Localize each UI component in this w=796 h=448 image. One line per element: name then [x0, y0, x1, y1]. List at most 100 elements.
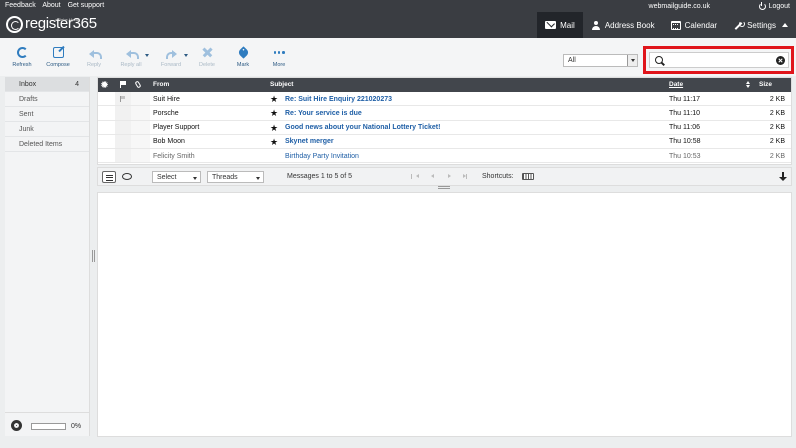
top-links: Feedback About Get support — [5, 2, 109, 9]
message-subject[interactable]: Re: Suit Hire Enquiry 221020273 — [285, 96, 392, 103]
nav-settings[interactable]: Settings — [725, 12, 796, 38]
tag-icon — [236, 46, 250, 59]
get-support-link[interactable]: Get support — [68, 2, 105, 9]
more-icon — [273, 47, 285, 58]
more-label: More — [272, 62, 286, 68]
folder-junk-label: Junk — [19, 125, 34, 133]
last-page-icon[interactable] — [463, 173, 467, 179]
message-subject[interactable]: Skynet merger — [285, 138, 334, 145]
sidebar-footer: 0% — [5, 412, 90, 436]
message-row[interactable]: Bob Moon ★ Skynet merger Thu 10:58 2 KB — [98, 135, 791, 150]
first-page-icon[interactable] — [411, 173, 419, 179]
refresh-button[interactable]: Refresh — [5, 47, 39, 68]
feedback-link[interactable]: Feedback — [5, 2, 36, 9]
forward-dropdown-icon[interactable] — [184, 54, 188, 57]
reply-all-dropdown-icon[interactable] — [145, 54, 149, 57]
delete-button[interactable]: Delete — [190, 47, 224, 68]
compose-button[interactable]: Compose — [41, 47, 75, 68]
mark-label: Mark — [236, 62, 250, 68]
list-menu-button[interactable] — [102, 171, 116, 183]
select-dropdown-label: Select — [157, 173, 177, 181]
message-row[interactable]: Suit Hire ★ Re: Suit Hire Enquiry 221020… — [98, 92, 791, 107]
message-row[interactable]: Player Support ★ Good news about your Na… — [98, 121, 791, 135]
select-dropdown[interactable]: Select — [152, 171, 201, 183]
list-options-gear-icon[interactable] — [101, 81, 108, 88]
nav-calendar-label: Calendar — [684, 20, 718, 30]
previous-page-icon[interactable] — [431, 174, 434, 178]
sidebar-resize-handle[interactable] — [92, 250, 95, 262]
folder-sent-label: Sent — [19, 110, 34, 118]
folder-sent[interactable]: Sent — [5, 107, 89, 122]
keyboard-icon[interactable] — [522, 173, 534, 180]
list-header: From Subject Date Size — [98, 78, 791, 92]
quota-bar — [31, 423, 66, 430]
message-subject[interactable]: Birthday Party Invitation — [285, 153, 359, 160]
message-rows: Suit Hire ★ Re: Suit Hire Enquiry 221020… — [98, 92, 791, 164]
user-icon — [591, 20, 601, 30]
flag-icon[interactable] — [120, 95, 125, 102]
header-size[interactable]: Size — [759, 81, 772, 88]
forward-button[interactable]: Forward — [154, 47, 188, 68]
folder-junk[interactable]: Junk — [5, 122, 89, 137]
threads-dropdown[interactable]: Threads — [207, 171, 264, 183]
message-size: 2 KB — [769, 95, 785, 103]
folder-sidebar: Inbox 4 Drafts Sent Junk Deleted Items 0… — [5, 77, 90, 436]
nav-settings-label: Settings — [747, 20, 776, 30]
forward-label: Forward — [160, 62, 182, 68]
logout-link[interactable]: Logout — [758, 2, 790, 10]
reply-all-button[interactable]: Reply all — [114, 47, 148, 68]
message-filter-select[interactable]: All — [563, 54, 638, 67]
speech-bubble-icon[interactable] — [122, 173, 132, 180]
message-from: Felicity Smith — [153, 152, 195, 160]
filter-selected-value: All — [568, 57, 576, 64]
folder-drafts[interactable]: Drafts — [5, 92, 89, 107]
mark-button[interactable]: Mark — [226, 46, 260, 68]
nav-mail[interactable]: Mail — [537, 12, 583, 38]
reply-all-icon — [125, 47, 139, 59]
search-box[interactable] — [649, 52, 789, 68]
star-icon[interactable]: ★ — [270, 108, 278, 119]
header-from[interactable]: From — [153, 81, 169, 88]
search-input[interactable] — [668, 54, 768, 66]
star-icon[interactable]: ★ — [270, 123, 278, 134]
message-row[interactable]: Felicity Smith Birthday Party Invitation… — [98, 149, 791, 164]
logout-label: Logout — [768, 3, 790, 10]
power-icon — [758, 2, 766, 10]
reply-button[interactable]: Reply — [77, 47, 111, 68]
mail-icon — [545, 21, 557, 29]
reply-icon — [88, 47, 102, 59]
message-subject[interactable]: Re: Your service is due — [285, 110, 362, 117]
logo-mark-icon — [6, 15, 23, 33]
refresh-icon — [16, 47, 28, 58]
header-subject[interactable]: Subject — [270, 81, 293, 88]
message-subject[interactable]: Good news about your National Lottery Ti… — [285, 124, 440, 131]
message-from: Player Support — [153, 124, 200, 132]
more-button[interactable]: More — [262, 47, 296, 68]
star-icon[interactable]: ★ — [270, 94, 278, 105]
next-page-icon[interactable] — [448, 174, 451, 178]
delete-icon — [202, 47, 213, 58]
top-bar: Feedback About Get support register365 a… — [0, 0, 796, 38]
message-from: Porsche — [153, 109, 179, 117]
folder-deleted-items[interactable]: Deleted Items — [5, 137, 89, 152]
unread-count-badge: 4 — [75, 80, 79, 88]
message-size: 2 KB — [769, 109, 785, 117]
message-list: From Subject Date Size Suit Hire ★ Re: S… — [97, 77, 792, 165]
gear-icon[interactable] — [11, 420, 22, 431]
nav-calendar[interactable]: Calendar — [663, 12, 725, 38]
message-row[interactable]: Porsche ★ Re: Your service is due Thu 11… — [98, 106, 791, 121]
about-link[interactable]: About — [42, 2, 60, 9]
star-icon[interactable]: ★ — [270, 137, 278, 148]
compose-icon — [52, 47, 64, 58]
search-icon[interactable] — [655, 56, 663, 64]
reply-label: Reply — [86, 62, 102, 68]
arrow-down-icon[interactable] — [779, 172, 786, 181]
folder-inbox[interactable]: Inbox 4 — [5, 77, 89, 92]
preview-resize-handle[interactable] — [438, 186, 450, 189]
clear-search-icon[interactable] — [776, 56, 785, 65]
wrench-icon — [733, 20, 746, 30]
nav-address-book[interactable]: Address Book — [583, 12, 663, 38]
header-date[interactable]: Date — [669, 81, 683, 88]
main-nav: Mail Address Book Calendar Settings — [537, 12, 796, 38]
nav-address-book-label: Address Book — [604, 20, 655, 30]
